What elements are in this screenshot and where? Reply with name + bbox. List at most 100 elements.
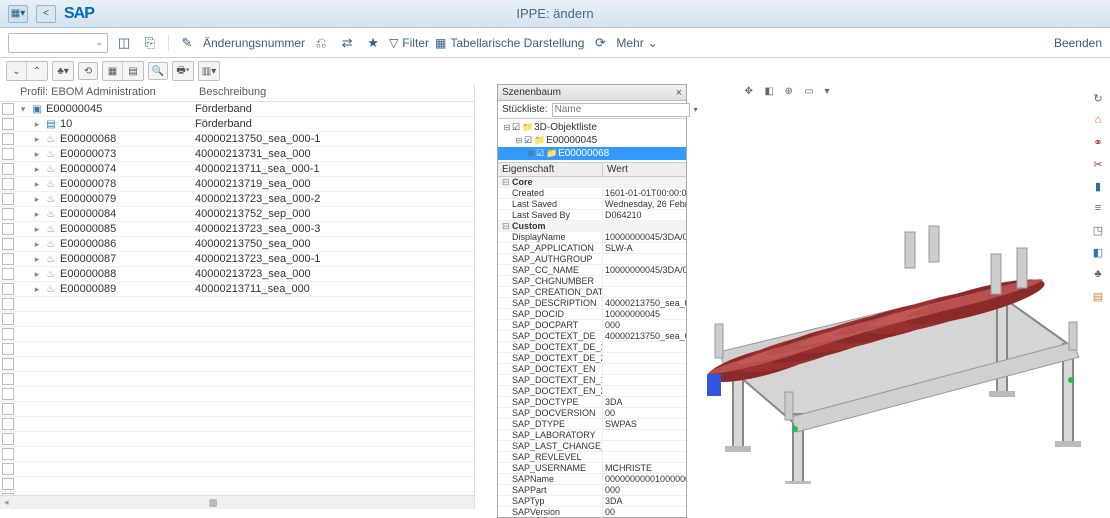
row-checkbox[interactable] bbox=[2, 268, 14, 280]
prop-row[interactable]: SAP_DOCTEXT_EN_2 bbox=[498, 386, 686, 397]
vp-tool1-icon[interactable]: ✥ bbox=[745, 86, 761, 100]
expand-all-icon[interactable]: ⌄ bbox=[7, 62, 27, 80]
table-row[interactable]: ▸♨E0000008540000213723_sea_000-3 bbox=[0, 222, 474, 237]
back-button[interactable]: < bbox=[36, 5, 56, 23]
table-row[interactable]: ▸♨E0000007340000213731_sea_000 bbox=[0, 147, 474, 162]
prop-row[interactable]: Last SavedWednesday, 26 February bbox=[498, 199, 686, 210]
prop-row[interactable]: SAP_REVLEVEL bbox=[498, 452, 686, 463]
row-checkbox[interactable] bbox=[2, 118, 14, 130]
row-checkbox[interactable] bbox=[2, 163, 14, 175]
table-row[interactable]: ▸♨E0000008740000213723_sea_000-1 bbox=[0, 252, 474, 267]
row-checkbox[interactable] bbox=[2, 313, 14, 325]
row-checkbox[interactable] bbox=[2, 463, 14, 475]
row-checkbox[interactable] bbox=[2, 328, 14, 340]
prop-row[interactable]: SAP_DOCTEXT_DE40000213750_sea_000-1 bbox=[498, 331, 686, 342]
expand-toggle[interactable]: ▸ bbox=[32, 284, 42, 295]
row-checkbox[interactable] bbox=[2, 478, 14, 490]
tree-node[interactable]: ⊞☑📁E00000068 bbox=[498, 147, 686, 160]
hierarchy-icon[interactable]: ♣▾ bbox=[53, 62, 73, 80]
row-checkbox[interactable] bbox=[2, 418, 14, 430]
row-checkbox[interactable] bbox=[2, 133, 14, 145]
row-checkbox[interactable] bbox=[2, 343, 14, 355]
expand-toggle[interactable]: ▸ bbox=[32, 149, 42, 160]
vp-tool3-icon[interactable]: ⊕ bbox=[785, 86, 801, 100]
prop-row[interactable]: SAP_DOCTEXT_EN_1 bbox=[498, 375, 686, 386]
prop-row[interactable]: SAP_LAST_CHANGE_DATE bbox=[498, 441, 686, 452]
prop-row[interactable]: SAPName000000000010000000 bbox=[498, 474, 686, 485]
row-checkbox[interactable] bbox=[2, 298, 14, 310]
row-checkbox[interactable] bbox=[2, 193, 14, 205]
row-checkbox[interactable] bbox=[2, 103, 14, 115]
vp-reset-icon[interactable]: ↻ bbox=[1090, 90, 1106, 106]
prop-col-value[interactable]: Wert bbox=[603, 163, 632, 176]
change-number-link[interactable]: Änderungsnummer bbox=[203, 36, 305, 50]
row-checkbox[interactable] bbox=[2, 403, 14, 415]
row-checkbox[interactable] bbox=[2, 373, 14, 385]
object-combo[interactable]: ⌄ bbox=[8, 33, 108, 53]
table-row[interactable]: ▸♨E0000008640000213750_sea_000 bbox=[0, 237, 474, 252]
row-checkbox[interactable] bbox=[2, 208, 14, 220]
export-icon[interactable]: ▥▾ bbox=[199, 62, 219, 80]
expand-toggle[interactable]: ▸ bbox=[32, 119, 42, 130]
search-icon[interactable]: 🔍 bbox=[148, 62, 168, 80]
tree-node[interactable]: ⊟☑📁3D-Objektliste bbox=[498, 121, 686, 134]
expand-toggle[interactable]: ▸ bbox=[32, 254, 42, 265]
prop-row[interactable]: SAP_DESCRIPTION40000213750_sea_000-1 bbox=[498, 298, 686, 309]
prop-row[interactable]: SAP_DOCVERSION00 bbox=[498, 408, 686, 419]
prop-group[interactable]: Custom bbox=[498, 221, 686, 232]
prop-row[interactable]: SAP_DOCTEXT_EN bbox=[498, 364, 686, 375]
tree-checkbox[interactable]: ☑ bbox=[512, 122, 520, 133]
prop-row[interactable]: Last Saved ByD064210 bbox=[498, 210, 686, 221]
layout1-icon[interactable]: ▦ bbox=[103, 62, 123, 80]
row-checkbox[interactable] bbox=[2, 223, 14, 235]
table-row[interactable]: ▾▣E00000045Förderband bbox=[0, 102, 474, 117]
tree2-icon[interactable]: ⇄ bbox=[337, 33, 357, 53]
prop-row[interactable]: SAP_USERNAMEMCHRISTE bbox=[498, 463, 686, 474]
row-checkbox[interactable] bbox=[2, 448, 14, 460]
prop-row[interactable]: SAP_APPLICATIONSLW-A bbox=[498, 243, 686, 254]
prop-row[interactable]: SAP_DOCTEXT_DE_1 bbox=[498, 342, 686, 353]
edit-icon[interactable]: ✎ bbox=[177, 33, 197, 53]
expand-toggle[interactable]: ▸ bbox=[32, 269, 42, 280]
vp-tool5-icon[interactable]: ▾ bbox=[825, 86, 841, 100]
expand-toggle[interactable]: ▸ bbox=[32, 209, 42, 220]
filter-link[interactable]: ▽Filter bbox=[389, 36, 429, 50]
menu-button[interactable]: ▦▾ bbox=[8, 5, 28, 23]
prop-col-key[interactable]: Eigenschaft bbox=[498, 163, 603, 176]
row-checkbox[interactable] bbox=[2, 433, 14, 445]
stueckliste-dropdown-icon[interactable]: ▾ bbox=[694, 105, 698, 114]
prop-row[interactable]: SAP_DTYPESWPAS bbox=[498, 419, 686, 430]
prop-row[interactable]: SAP_CREATION_DATE bbox=[498, 287, 686, 298]
star-icon[interactable]: ★ bbox=[363, 33, 383, 53]
col-header-profile[interactable]: Profil: EBOM Administration bbox=[0, 84, 195, 101]
vp-tool4-icon[interactable]: ▭ bbox=[805, 86, 821, 100]
expand-toggle[interactable]: ▸ bbox=[32, 164, 42, 175]
reload-icon[interactable]: ⟲ bbox=[78, 62, 98, 80]
row-checkbox[interactable] bbox=[2, 358, 14, 370]
table-row[interactable]: ▸▤10Förderband bbox=[0, 117, 474, 132]
expand-toggle[interactable]: ▸ bbox=[32, 224, 42, 235]
prop-row[interactable]: DisplayName10000000045/3DA/00/00 bbox=[498, 232, 686, 243]
vp-tool2-icon[interactable]: ◧ bbox=[765, 86, 781, 100]
tree-checkbox[interactable]: ☑ bbox=[524, 135, 532, 146]
expand-toggle[interactable]: ▸ bbox=[32, 239, 42, 250]
refresh-icon[interactable]: ⟳ bbox=[590, 33, 610, 53]
tree1-icon[interactable]: ⎌ bbox=[311, 33, 331, 53]
more-menu[interactable]: Mehr⌄ bbox=[616, 36, 657, 50]
expand-toggle[interactable]: ▸ bbox=[32, 134, 42, 145]
tree-toggle[interactable]: ⊟ bbox=[502, 123, 512, 132]
tree-node[interactable]: ⊟☑📁E00000045 bbox=[498, 134, 686, 147]
tabular-link[interactable]: ▦Tabellarische Darstellung bbox=[435, 36, 584, 50]
expand-toggle[interactable]: ▸ bbox=[32, 194, 42, 205]
collapse-all-icon[interactable]: ⌃ bbox=[27, 62, 47, 80]
row-checkbox[interactable] bbox=[2, 253, 14, 265]
table-row[interactable]: ▸♨E0000008840000213723_sea_000 bbox=[0, 267, 474, 282]
tree-checkbox[interactable]: ☑ bbox=[536, 148, 544, 159]
layout2-icon[interactable]: ▤ bbox=[123, 62, 143, 80]
prop-row[interactable]: SAP_CHGNUMBER bbox=[498, 276, 686, 287]
col-header-desc[interactable]: Beschreibung bbox=[195, 84, 474, 101]
expand-toggle[interactable]: ▾ bbox=[18, 104, 28, 115]
prop-row[interactable]: SAP_DOCPART000 bbox=[498, 320, 686, 331]
prop-group[interactable]: Core bbox=[498, 177, 686, 188]
print-icon[interactable]: 🖶▾ bbox=[173, 62, 193, 80]
